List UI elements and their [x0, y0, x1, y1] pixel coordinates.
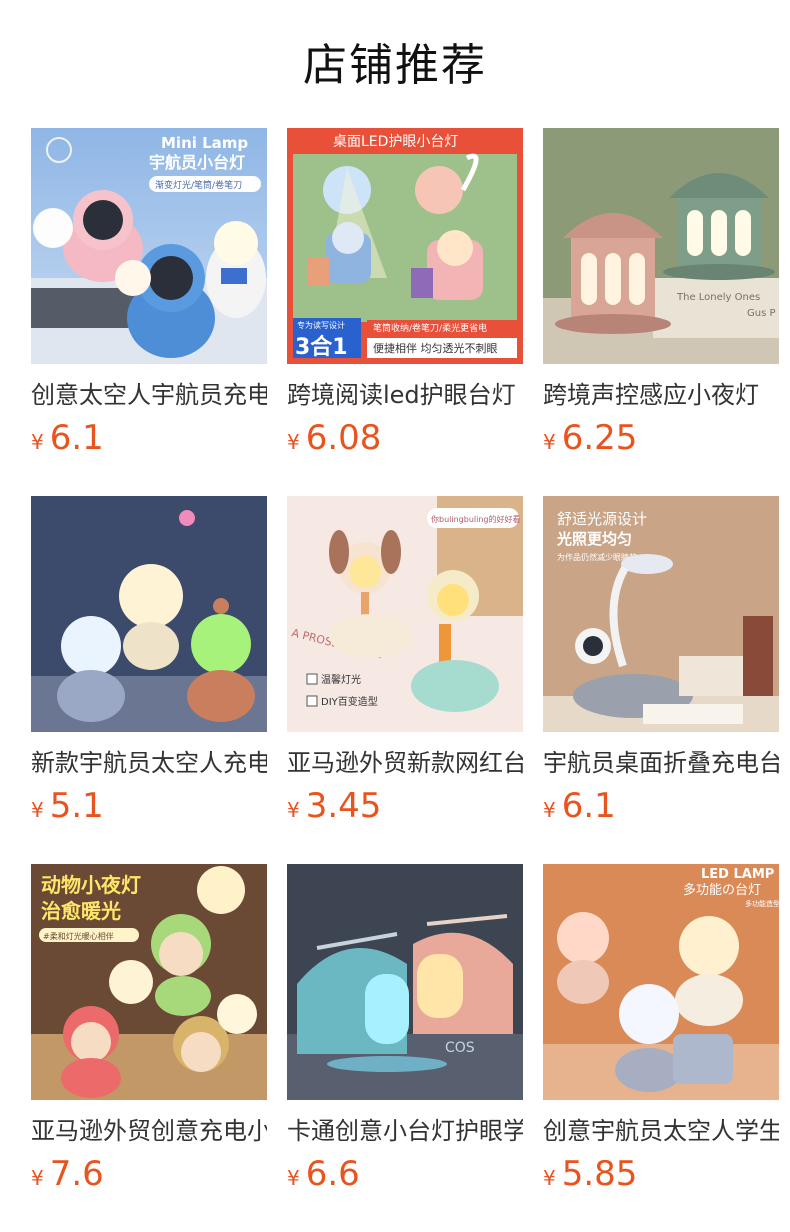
product-image[interactable]: 你bulingbuling的好好看 A PROSE MONDE 温馨灯光 DIY… — [287, 496, 523, 732]
product-image[interactable]: COS — [287, 864, 523, 1100]
image-caption: 专为读写设计 — [297, 320, 345, 330]
product-image[interactable] — [31, 496, 267, 732]
price-value: 6.08 — [305, 418, 382, 458]
product-image[interactable]: LED LAMP 多功能の台灯 多功能造型 — [543, 864, 779, 1100]
image-caption: 笔筒收纳/卷笔刀/柔光更省电 — [373, 322, 487, 334]
image-caption: LED LAMP — [701, 867, 774, 882]
product-price: ¥7.6 — [31, 1154, 267, 1194]
product-price: ¥5.85 — [543, 1154, 779, 1194]
product-price: ¥3.45 — [287, 786, 523, 826]
product-card[interactable]: 桌面LED护眼小台灯 专为读写设计 3合1 笔筒收纳/卷笔刀/柔光更省电 便捷相… — [287, 128, 523, 458]
image-caption: COS — [445, 1040, 475, 1056]
product-price: ¥6.6 — [287, 1154, 523, 1194]
currency-symbol: ¥ — [543, 798, 556, 822]
product-name[interactable]: 亚马逊外贸创意充电小夜灯 — [31, 1114, 267, 1148]
product-name[interactable]: 新款宇航员太空人充电 — [31, 746, 267, 780]
currency-symbol: ¥ — [287, 798, 300, 822]
image-caption: 你bulingbuling的好好看 — [431, 514, 520, 524]
price-value: 6.25 — [561, 418, 638, 458]
product-name[interactable]: 跨境声控感应小夜灯 — [543, 378, 779, 412]
product-card[interactable]: COS 卡通创意小台灯护眼学习 ¥6.6 — [287, 864, 523, 1194]
image-caption: 光照更均匀 — [556, 530, 632, 548]
product-card[interactable]: The Lonely Ones Gus P 跨境声控感应小夜灯 ¥6.25 — [543, 128, 779, 458]
image-caption: Gus P — [747, 308, 776, 319]
product-image[interactable]: 桌面LED护眼小台灯 专为读写设计 3合1 笔筒收纳/卷笔刀/柔光更省电 便捷相… — [287, 128, 523, 364]
product-card[interactable]: 动物小夜灯 治愈暖光 #柔和灯光暖心相伴 亚马逊外贸创意充电小夜灯 ¥7.6 — [31, 864, 267, 1194]
currency-symbol: ¥ — [543, 1166, 556, 1190]
image-caption: #柔和灯光暖心相伴 — [43, 931, 114, 941]
product-card[interactable]: Mini Lamp 宇航员小台灯 渐变灯光/笔筒/卷笔刀 创意太空人宇航员充电 … — [31, 128, 267, 458]
product-price: ¥6.1 — [543, 786, 779, 826]
price-value: 3.45 — [305, 786, 382, 826]
price-value: 5.1 — [49, 786, 104, 826]
currency-symbol: ¥ — [287, 430, 300, 454]
image-caption: 温馨灯光 — [321, 673, 361, 686]
product-card[interactable]: 舒适光源设计 光照更均匀 为作品仍然减少眼睛劳 宇航员桌面折叠充电台灯 ¥6.1 — [543, 496, 779, 826]
product-price: ¥6.1 — [31, 418, 267, 458]
product-card[interactable]: LED LAMP 多功能の台灯 多功能造型 创意宇航员太空人学生台灯 ¥5.85 — [543, 864, 779, 1194]
product-image[interactable]: Mini Lamp 宇航员小台灯 渐变灯光/笔筒/卷笔刀 — [31, 128, 267, 364]
currency-symbol: ¥ — [287, 1166, 300, 1190]
product-name[interactable]: 跨境阅读led护眼台灯 — [287, 378, 523, 412]
product-name[interactable]: 创意宇航员太空人学生台灯 — [543, 1114, 779, 1148]
image-caption: 桌面LED护眼小台灯 — [333, 134, 458, 150]
price-value: 6.1 — [561, 786, 616, 826]
image-caption: 治愈暖光 — [41, 899, 121, 923]
price-value: 6.1 — [49, 418, 104, 458]
price-value: 6.6 — [305, 1154, 360, 1194]
image-caption: 舒适光源设计 — [557, 510, 647, 528]
product-image[interactable]: 舒适光源设计 光照更均匀 为作品仍然减少眼睛劳 — [543, 496, 779, 732]
product-name[interactable]: 卡通创意小台灯护眼学习 — [287, 1114, 523, 1148]
image-caption: 宇航员小台灯 — [149, 153, 245, 172]
currency-symbol: ¥ — [31, 430, 44, 454]
image-caption: 动物小夜灯 — [41, 873, 141, 897]
product-name[interactable]: 宇航员桌面折叠充电台灯 — [543, 746, 779, 780]
product-card[interactable]: 你bulingbuling的好好看 A PROSE MONDE 温馨灯光 DIY… — [287, 496, 523, 826]
product-image[interactable]: The Lonely Ones Gus P — [543, 128, 779, 364]
image-caption: 3合1 — [295, 334, 348, 360]
image-caption: 渐变灯光/笔筒/卷笔刀 — [155, 179, 242, 191]
product-name[interactable]: 创意太空人宇航员充电 — [31, 378, 267, 412]
currency-symbol: ¥ — [543, 430, 556, 454]
image-caption: The Lonely Ones — [676, 292, 760, 303]
currency-symbol: ¥ — [31, 798, 44, 822]
image-caption: 多功能の台灯 — [683, 882, 761, 898]
image-caption: DIY百变造型 — [321, 695, 378, 708]
image-caption: 多功能造型 — [745, 899, 779, 908]
product-price: ¥6.08 — [287, 418, 523, 458]
product-price: ¥6.25 — [543, 418, 779, 458]
product-name[interactable]: 亚马逊外贸新款网红台灯 — [287, 746, 523, 780]
product-price: ¥5.1 — [31, 786, 267, 826]
product-image[interactable]: 动物小夜灯 治愈暖光 #柔和灯光暖心相伴 — [31, 864, 267, 1100]
image-caption: Mini Lamp — [161, 134, 248, 152]
currency-symbol: ¥ — [31, 1166, 44, 1190]
image-caption: 便捷相伴 均匀透光不刺眼 — [373, 341, 498, 355]
page-title: 店铺推荐 — [303, 40, 487, 91]
price-value: 5.85 — [561, 1154, 638, 1194]
price-value: 7.6 — [49, 1154, 104, 1194]
product-card[interactable]: 新款宇航员太空人充电 ¥5.1 — [31, 496, 267, 826]
